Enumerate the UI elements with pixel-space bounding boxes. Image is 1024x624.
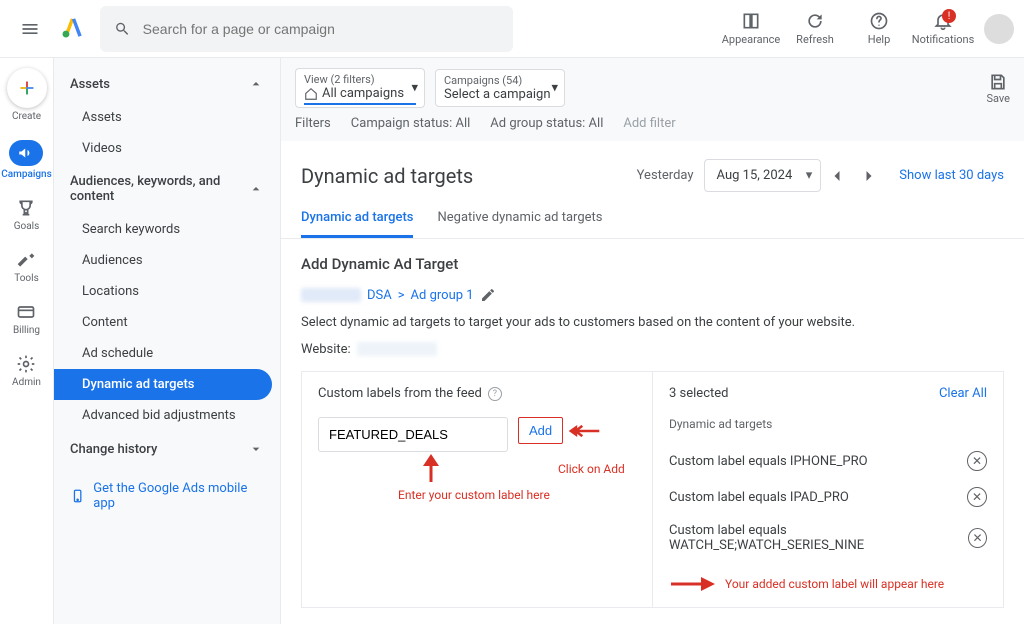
edit-icon[interactable] bbox=[480, 287, 496, 303]
wrench-icon bbox=[16, 250, 36, 270]
card-icon bbox=[16, 302, 36, 322]
filters-label: Filters bbox=[295, 116, 331, 131]
campaign-name-redacted bbox=[301, 288, 361, 302]
annotation-appear-here: Your added custom label will appear here bbox=[725, 577, 944, 591]
save-icon bbox=[988, 72, 1008, 92]
notification-badge: ! bbox=[942, 9, 956, 23]
info-icon[interactable]: ? bbox=[488, 387, 502, 401]
filter-adgroup-status[interactable]: Ad group status: All bbox=[490, 116, 603, 131]
appearance-icon bbox=[741, 11, 761, 31]
date-range-dropdown[interactable]: Aug 15, 2024 bbox=[704, 159, 822, 192]
remove-target-button[interactable]: ✕ bbox=[968, 528, 987, 548]
date-range-label: Yesterday bbox=[637, 168, 694, 183]
appearance-button[interactable]: Appearance bbox=[720, 11, 782, 46]
locations-item[interactable]: Locations bbox=[54, 276, 280, 307]
remove-target-button[interactable]: ✕ bbox=[967, 487, 987, 507]
tools-nav[interactable]: Tools bbox=[14, 250, 38, 284]
avatar[interactable] bbox=[984, 14, 1014, 44]
mobile-app-link[interactable]: Get the Google Ads mobile app bbox=[54, 467, 280, 525]
notifications-button[interactable]: ! Notifications bbox=[912, 11, 974, 46]
add-filter-button[interactable]: Add filter bbox=[623, 116, 675, 131]
billing-nav[interactable]: Billing bbox=[13, 302, 40, 336]
chevron-up-icon bbox=[248, 181, 264, 197]
refresh-icon bbox=[805, 11, 825, 31]
selected-count: 3 selected bbox=[669, 386, 728, 401]
dynamic-ad-targets-item[interactable]: Dynamic ad targets bbox=[54, 369, 272, 400]
next-period-button[interactable] bbox=[853, 160, 885, 192]
search-icon bbox=[114, 20, 131, 38]
advanced-bid-item[interactable]: Advanced bid adjustments bbox=[54, 400, 280, 431]
google-ads-logo bbox=[60, 14, 90, 44]
ad-schedule-item[interactable]: Ad schedule bbox=[54, 338, 280, 369]
page-title: Dynamic ad targets bbox=[301, 164, 473, 188]
help-button[interactable]: Help bbox=[848, 11, 910, 46]
add-button[interactable]: Add bbox=[518, 417, 563, 444]
phone-icon bbox=[70, 488, 85, 504]
save-view-button[interactable]: Save bbox=[986, 72, 1010, 105]
website-label: Website: bbox=[301, 342, 351, 357]
prev-period-button[interactable] bbox=[821, 160, 853, 192]
campaigns-nav[interactable]: Campaigns bbox=[1, 140, 52, 180]
admin-nav[interactable]: Admin bbox=[12, 354, 41, 388]
campaign-selector[interactable]: Campaigns (54) Select a campaign ▾ bbox=[435, 69, 565, 107]
refresh-button[interactable]: Refresh bbox=[784, 11, 846, 46]
gear-icon bbox=[16, 354, 36, 374]
arrow-annotation-icon bbox=[418, 454, 444, 484]
megaphone-icon bbox=[17, 144, 35, 162]
audiences-group[interactable]: Audiences, keywords, and content bbox=[54, 164, 280, 214]
target-row: Custom label equals WATCH_SE;WATCH_SERIE… bbox=[669, 515, 987, 561]
arrow-annotation-icon bbox=[669, 575, 715, 593]
chevron-up-icon bbox=[248, 76, 264, 92]
trophy-icon bbox=[16, 198, 36, 218]
assets-item[interactable]: Assets bbox=[54, 102, 280, 133]
create-button[interactable]: Create bbox=[7, 68, 47, 122]
show-last-30-link[interactable]: Show last 30 days bbox=[899, 168, 1004, 183]
clear-all-button[interactable]: Clear All bbox=[939, 386, 987, 401]
chevron-down-icon bbox=[248, 441, 264, 457]
videos-item[interactable]: Videos bbox=[54, 133, 280, 164]
annotation-click-add: Click on Add bbox=[558, 462, 625, 476]
target-row: Custom label equals IPAD_PRO ✕ bbox=[669, 479, 987, 515]
audiences-item[interactable]: Audiences bbox=[54, 245, 280, 276]
tab-negative-targets[interactable]: Negative dynamic ad targets bbox=[437, 198, 602, 238]
panel-description: Select dynamic ad targets to target your… bbox=[301, 315, 1004, 330]
custom-labels-heading: Custom labels from the feed bbox=[318, 386, 482, 401]
custom-label-input[interactable] bbox=[318, 417, 508, 452]
content-item[interactable]: Content bbox=[54, 307, 280, 338]
panel-heading: Add Dynamic Ad Target bbox=[301, 255, 1004, 273]
tab-dynamic-targets[interactable]: Dynamic ad targets bbox=[301, 198, 413, 238]
annotation-enter-label: Enter your custom label here bbox=[398, 488, 550, 502]
home-icon bbox=[304, 87, 318, 101]
target-row: Custom label equals IPHONE_PRO ✕ bbox=[669, 443, 987, 479]
change-history-group[interactable]: Change history bbox=[54, 431, 280, 467]
help-icon bbox=[869, 11, 889, 31]
chevron-right-icon bbox=[859, 166, 879, 186]
goals-nav[interactable]: Goals bbox=[14, 198, 40, 232]
breadcrumb[interactable]: DSA > Ad group 1 bbox=[301, 287, 1004, 303]
website-value-redacted bbox=[357, 342, 437, 356]
menu-button[interactable] bbox=[10, 9, 50, 49]
assets-group[interactable]: Assets bbox=[54, 66, 280, 102]
remove-target-button[interactable]: ✕ bbox=[967, 451, 987, 471]
plus-icon bbox=[16, 77, 38, 99]
arrow-annotation-icon bbox=[567, 421, 601, 441]
filter-campaign-status[interactable]: Campaign status: All bbox=[351, 116, 471, 131]
search-input[interactable] bbox=[143, 21, 499, 37]
hamburger-icon bbox=[20, 19, 40, 39]
search-box[interactable] bbox=[100, 6, 513, 52]
view-selector[interactable]: View (2 filters) All campaigns ▾ bbox=[295, 68, 425, 108]
targets-subhead: Dynamic ad targets bbox=[669, 417, 987, 431]
chevron-left-icon bbox=[827, 166, 847, 186]
search-keywords-item[interactable]: Search keywords bbox=[54, 214, 280, 245]
